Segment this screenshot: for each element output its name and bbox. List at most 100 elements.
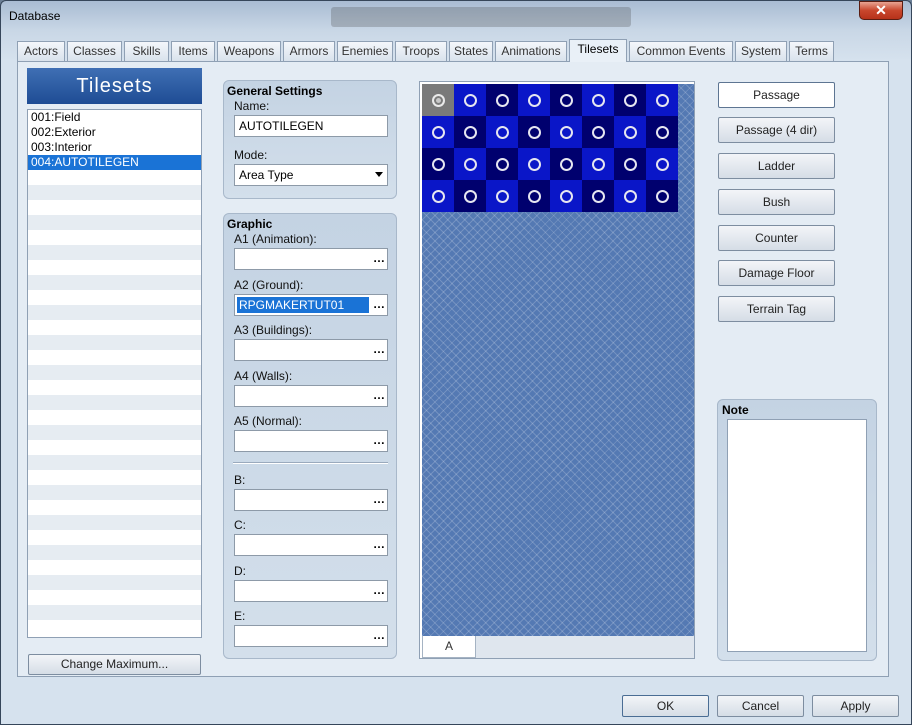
tile-cell[interactable] xyxy=(454,180,486,212)
tileset-grid-area[interactable] xyxy=(422,84,694,636)
graphic-field-input[interactable]: … xyxy=(234,385,388,407)
tileset-tab-a[interactable]: A xyxy=(422,636,476,658)
list-empty-row[interactable] xyxy=(28,395,201,410)
mode-select[interactable]: Area Type xyxy=(234,164,388,186)
apply-button[interactable]: Apply xyxy=(812,695,899,717)
tile-cell[interactable] xyxy=(646,180,678,212)
list-empty-row[interactable] xyxy=(28,320,201,335)
tab-armors[interactable]: Armors xyxy=(283,41,335,61)
name-input[interactable]: AUTOTILEGEN xyxy=(234,115,388,137)
tile-cell[interactable] xyxy=(582,180,614,212)
passage-mode-button[interactable]: Counter xyxy=(718,225,835,251)
list-item[interactable]: 003:Interior xyxy=(28,140,201,155)
passage-mode-button[interactable]: Terrain Tag xyxy=(718,296,835,322)
tile-cell[interactable] xyxy=(614,116,646,148)
list-empty-row[interactable] xyxy=(28,530,201,545)
browse-icon[interactable]: … xyxy=(373,251,385,265)
list-empty-row[interactable] xyxy=(28,215,201,230)
list-empty-row[interactable] xyxy=(28,230,201,245)
graphic-field-input[interactable]: … xyxy=(234,430,388,452)
ok-button[interactable]: OK xyxy=(622,695,709,717)
list-item[interactable]: 004:AUTOTILEGEN xyxy=(28,155,201,170)
list-empty-row[interactable] xyxy=(28,545,201,560)
browse-icon[interactable]: … xyxy=(373,628,385,642)
list-empty-row[interactable] xyxy=(28,410,201,425)
title-bar[interactable]: Database ✕ xyxy=(1,1,911,31)
list-item[interactable]: 002:Exterior xyxy=(28,125,201,140)
list-empty-row[interactable] xyxy=(28,575,201,590)
tile-cell[interactable] xyxy=(550,116,582,148)
note-textarea[interactable] xyxy=(727,419,867,652)
list-empty-row[interactable] xyxy=(28,275,201,290)
tile-cell[interactable] xyxy=(454,84,486,116)
list-empty-row[interactable] xyxy=(28,365,201,380)
list-empty-row[interactable] xyxy=(28,170,201,185)
list-empty-row[interactable] xyxy=(28,200,201,215)
browse-icon[interactable]: … xyxy=(373,583,385,597)
list-empty-row[interactable] xyxy=(28,515,201,530)
list-empty-row[interactable] xyxy=(28,335,201,350)
list-empty-row[interactable] xyxy=(28,620,201,635)
passage-mode-button[interactable]: Damage Floor xyxy=(718,260,835,286)
list-empty-row[interactable] xyxy=(28,185,201,200)
list-empty-row[interactable] xyxy=(28,485,201,500)
tile-cell[interactable] xyxy=(454,148,486,180)
graphic-field-input[interactable]: … xyxy=(234,534,388,556)
tab-classes[interactable]: Classes xyxy=(67,41,122,61)
browse-icon[interactable]: … xyxy=(373,492,385,506)
passage-mode-button[interactable]: Passage xyxy=(718,82,835,108)
browse-icon[interactable]: … xyxy=(373,342,385,356)
close-button[interactable]: ✕ xyxy=(859,1,903,20)
tile-cell[interactable] xyxy=(582,84,614,116)
tab-troops[interactable]: Troops xyxy=(395,41,447,61)
tile-cell[interactable] xyxy=(550,84,582,116)
tab-states[interactable]: States xyxy=(449,41,493,61)
list-empty-row[interactable] xyxy=(28,260,201,275)
list-empty-row[interactable] xyxy=(28,290,201,305)
tile-cell[interactable] xyxy=(646,84,678,116)
tab-skills[interactable]: Skills xyxy=(124,41,169,61)
list-empty-row[interactable] xyxy=(28,425,201,440)
list-empty-row[interactable] xyxy=(28,350,201,365)
browse-icon[interactable]: … xyxy=(373,537,385,551)
list-empty-row[interactable] xyxy=(28,245,201,260)
tile-cell[interactable] xyxy=(518,84,550,116)
tile-cell[interactable] xyxy=(582,148,614,180)
list-empty-row[interactable] xyxy=(28,305,201,320)
passage-mode-button[interactable]: Passage (4 dir) xyxy=(718,117,835,143)
tile-cell[interactable] xyxy=(518,148,550,180)
change-maximum-button[interactable]: Change Maximum... xyxy=(28,654,201,675)
tile-cell[interactable] xyxy=(422,148,454,180)
tile-cell[interactable] xyxy=(486,116,518,148)
list-empty-row[interactable] xyxy=(28,560,201,575)
tile-cell[interactable] xyxy=(422,116,454,148)
browse-icon[interactable]: … xyxy=(373,388,385,402)
list-empty-row[interactable] xyxy=(28,590,201,605)
tile-cell[interactable] xyxy=(486,84,518,116)
browse-icon[interactable]: … xyxy=(373,297,385,311)
tab-enemies[interactable]: Enemies xyxy=(337,41,393,61)
list-empty-row[interactable] xyxy=(28,470,201,485)
tab-common-events[interactable]: Common Events xyxy=(629,41,733,61)
tab-weapons[interactable]: Weapons xyxy=(217,41,281,61)
list-empty-row[interactable] xyxy=(28,455,201,470)
tab-animations[interactable]: Animations xyxy=(495,41,567,61)
tile-cell[interactable] xyxy=(646,116,678,148)
tab-items[interactable]: Items xyxy=(171,41,215,61)
passage-mode-button[interactable]: Bush xyxy=(718,189,835,215)
tab-system[interactable]: System xyxy=(735,41,787,61)
browse-icon[interactable]: … xyxy=(373,433,385,447)
passage-mode-button[interactable]: Ladder xyxy=(718,153,835,179)
graphic-field-input[interactable]: RPGMAKERTUT01… xyxy=(234,294,388,316)
tile-cell[interactable] xyxy=(550,148,582,180)
tile-cell[interactable] xyxy=(454,116,486,148)
tile-cell[interactable] xyxy=(582,116,614,148)
list-empty-row[interactable] xyxy=(28,500,201,515)
tab-tilesets[interactable]: Tilesets xyxy=(569,39,627,62)
tile-cell[interactable] xyxy=(518,116,550,148)
tile-cell[interactable] xyxy=(422,180,454,212)
tile-cell[interactable] xyxy=(422,84,454,116)
tilesets-list[interactable]: 001:Field 002:Exterior 003:Interior 004:AUT… xyxy=(27,109,202,638)
graphic-field-input[interactable]: … xyxy=(234,489,388,511)
tile-cell[interactable] xyxy=(486,148,518,180)
